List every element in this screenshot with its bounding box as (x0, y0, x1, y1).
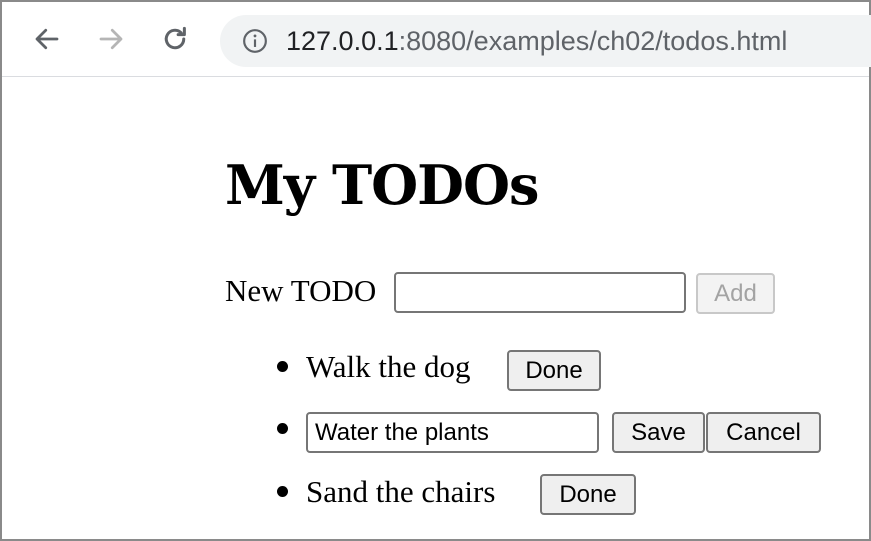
list-bullet (277, 486, 288, 497)
arrow-left-icon (35, 28, 59, 50)
page-content: My TODOs New TODO Add Walk the dog Done … (2, 77, 869, 539)
cancel-button[interactable]: Cancel (706, 412, 821, 453)
back-button[interactable] (29, 21, 65, 57)
todo-text: Sand the chairs (306, 474, 496, 509)
info-icon[interactable] (242, 28, 268, 54)
add-button[interactable]: Add (696, 273, 775, 314)
done-button[interactable]: Done (507, 350, 601, 391)
new-todo-label: New TODO (225, 273, 377, 308)
address-bar[interactable]: 127.0.0.1:8080/examples/ch02/todos.html (220, 15, 871, 67)
arrow-right-icon (99, 28, 123, 50)
url-host: 127.0.0.1 (286, 26, 399, 56)
reload-icon (164, 26, 186, 50)
url-text[interactable]: 127.0.0.1:8080/examples/ch02/todos.html (286, 24, 787, 58)
done-button[interactable]: Done (540, 474, 636, 515)
url-path: :8080/examples/ch02/todos.html (398, 26, 788, 56)
list-bullet (277, 423, 288, 434)
todo-text: Walk the dog (306, 349, 471, 384)
forward-button[interactable] (93, 21, 129, 57)
edit-todo-input[interactable] (306, 412, 599, 453)
browser-toolbar: 127.0.0.1:8080/examples/ch02/todos.html (2, 2, 871, 77)
new-todo-input[interactable] (394, 272, 686, 313)
save-button[interactable]: Save (612, 412, 705, 453)
list-bullet (277, 361, 288, 372)
reload-button[interactable] (157, 21, 193, 57)
page-title: My TODOs (225, 153, 539, 217)
